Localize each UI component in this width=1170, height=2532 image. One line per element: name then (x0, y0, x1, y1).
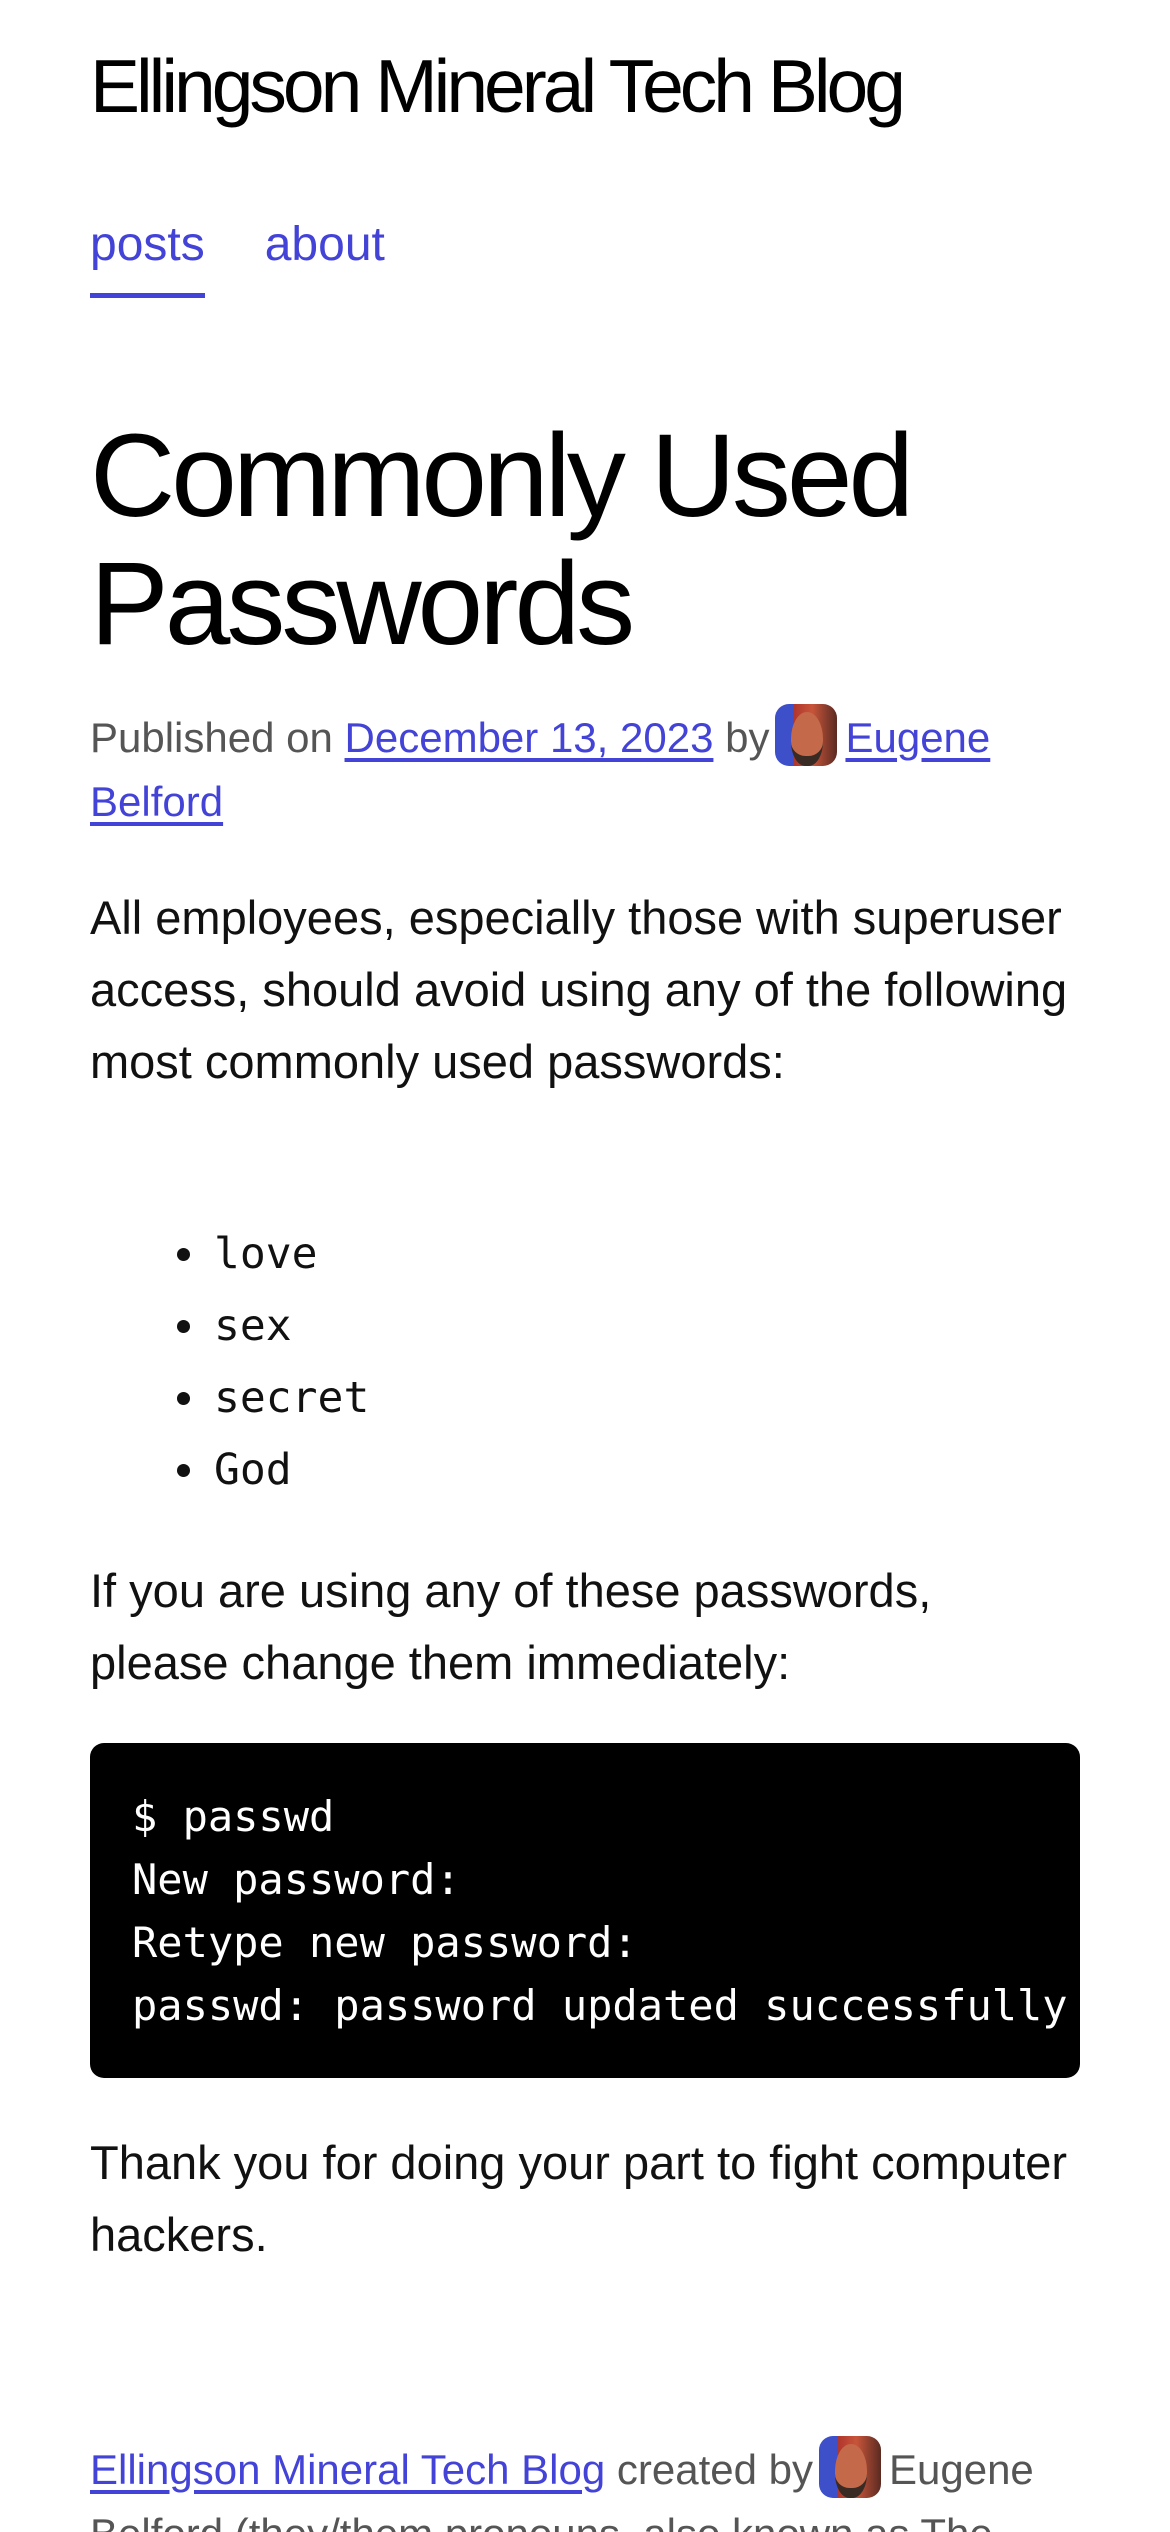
footer: Ellingson Mineral Tech Blog created by Eu… (90, 2436, 1080, 2532)
password-list: love sex secret God (90, 1218, 369, 1506)
code-block: $ passwd New password: Retype new passwo… (90, 1743, 1080, 2078)
password-item: secret (210, 1362, 369, 1434)
code-line: $ passwd (132, 1792, 335, 1841)
footer-author-avatar (818, 2436, 881, 2498)
author-avatar (775, 704, 838, 766)
footer-created-by: created by (616, 2446, 813, 2493)
post-title: Commonly Used Passwords (90, 410, 914, 670)
site-title: Ellingson Mineral Tech Blog (90, 44, 906, 128)
nav-about-link[interactable]: about (265, 205, 385, 298)
page: Ellingson Mineral Tech Blog posts about … (0, 0, 1170, 2532)
nav-posts-link[interactable]: posts (90, 205, 205, 298)
code-line: New password: (132, 1855, 461, 1904)
code-line: passwd: password updated successfully (132, 1981, 1068, 2030)
instruction-paragraph: If you are using any of these passwords,… (90, 1564, 932, 1689)
intro-paragraph: All employees, especially those with sup… (90, 891, 1068, 1088)
post-meta: Published on December 13, 2023 by Eugene … (90, 704, 1080, 834)
post-date-link[interactable]: December 13, 2023 (345, 714, 714, 761)
footer-site-link[interactable]: Ellingson Mineral Tech Blog (90, 2446, 605, 2493)
by-label: by (725, 714, 770, 761)
code-line: Retype new password: (132, 1918, 638, 1967)
password-item: love (210, 1218, 369, 1290)
published-prefix: Published on (90, 714, 333, 761)
password-item: sex (210, 1290, 369, 1362)
main-nav: posts about (90, 205, 385, 298)
password-item: God (210, 1434, 369, 1506)
closing-paragraph: Thank you for doing your part to fight c… (90, 2136, 1068, 2261)
